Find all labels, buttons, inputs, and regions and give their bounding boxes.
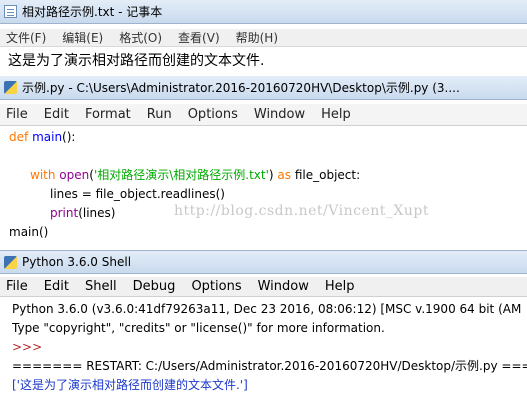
notepad-menu-view[interactable]: 查看(V) — [178, 29, 220, 46]
shell-menu-edit[interactable]: Edit — [44, 279, 69, 294]
shell-restart-line: ======= RESTART: C:/Users/Administrator.… — [12, 359, 527, 373]
notepad-menu-edit[interactable]: 编辑(E) — [62, 29, 103, 46]
shell-menu-file[interactable]: File — [6, 279, 28, 294]
shell-menu-window[interactable]: Window — [258, 279, 309, 294]
shell-menu-debug[interactable]: Debug — [133, 279, 176, 294]
keyword-def: def — [9, 130, 29, 144]
notepad-menubar: 文件(F) 编辑(E) 格式(O) 查看(V) 帮助(H) — [0, 29, 527, 47]
keyword-as: as — [277, 168, 292, 182]
builtin-open: open — [59, 168, 90, 182]
notepad-icon — [4, 5, 17, 18]
shell-menubar: File Edit Shell Debug Options Window Hel… — [0, 277, 527, 297]
editor-menu-format[interactable]: Format — [85, 107, 131, 122]
python-icon — [4, 255, 17, 269]
notepad-menu-help[interactable]: 帮助(H) — [236, 29, 278, 46]
editor-menu-options[interactable]: Options — [188, 107, 238, 122]
notepad-titlebar[interactable]: 相对路径示例.txt - 记事本 — [0, 0, 527, 24]
editor-menu-run[interactable]: Run — [147, 107, 172, 122]
code-line-5: main() — [9, 223, 524, 242]
idle-editor-title: 示例.py - C:\Users\Administrator.2016-2016… — [22, 81, 460, 95]
shell-prompt: >>> — [12, 340, 43, 354]
code-text: file_object: — [294, 168, 361, 182]
code-text: lines = file_object.readlines() — [50, 187, 225, 201]
idle-editor-titlebar[interactable]: 示例.py - C:\Users\Administrator.2016-2016… — [0, 76, 527, 100]
editor-menu-help[interactable]: Help — [321, 107, 351, 122]
code-line-2: with open('相对路径演示\相对路径示例.txt') as file_o… — [30, 166, 527, 185]
code-line-3: lines = file_object.readlines() — [50, 185, 527, 204]
watermark: http://blog.csdn.net/Vincent_Xupt — [174, 203, 429, 219]
notepad-title: 相对路径示例.txt - 记事本 — [22, 5, 163, 19]
python-icon — [4, 81, 17, 94]
code-text: (): — [62, 130, 76, 144]
shell-menu-options[interactable]: Options — [191, 279, 241, 294]
code-line-1: def main(): — [9, 128, 524, 147]
string-literal: '相对路径演示\相对路径示例.txt' — [93, 168, 269, 182]
code-text: main() — [9, 225, 49, 239]
notepad-menu-file[interactable]: 文件(F) — [6, 29, 46, 46]
shell-titlebar[interactable]: Python 3.6.0 Shell — [0, 250, 527, 274]
editor-menu-window[interactable]: Window — [254, 107, 305, 122]
shell-info-line: Type "copyright", "credits" or "license(… — [12, 321, 385, 335]
keyword-with: with — [30, 168, 56, 182]
code-text: ) — [268, 168, 274, 182]
shell-banner-line: Python 3.6.0 (v3.6.0:41df79263a11, Dec 2… — [12, 302, 522, 316]
shell-menu-shell[interactable]: Shell — [85, 279, 117, 294]
editor-menu-file[interactable]: File — [6, 107, 28, 122]
idle-editor-menubar: File Edit Format Run Options Window Help — [0, 104, 527, 126]
code-text: (lines) — [78, 206, 116, 220]
notepad-menu-format[interactable]: 格式(O) — [119, 29, 162, 46]
shell-menu-help[interactable]: Help — [325, 279, 355, 294]
builtin-print: print — [50, 206, 79, 220]
function-name: main — [32, 130, 63, 144]
shell-title: Python 3.6.0 Shell — [22, 255, 132, 269]
notepad-text-content[interactable]: 这是为了演示相对路径而创建的文本文件. — [8, 50, 264, 70]
editor-menu-edit[interactable]: Edit — [44, 107, 69, 122]
shell-output-line: ['这是为了演示相对路径而创建的文本文件.'] — [12, 378, 248, 392]
